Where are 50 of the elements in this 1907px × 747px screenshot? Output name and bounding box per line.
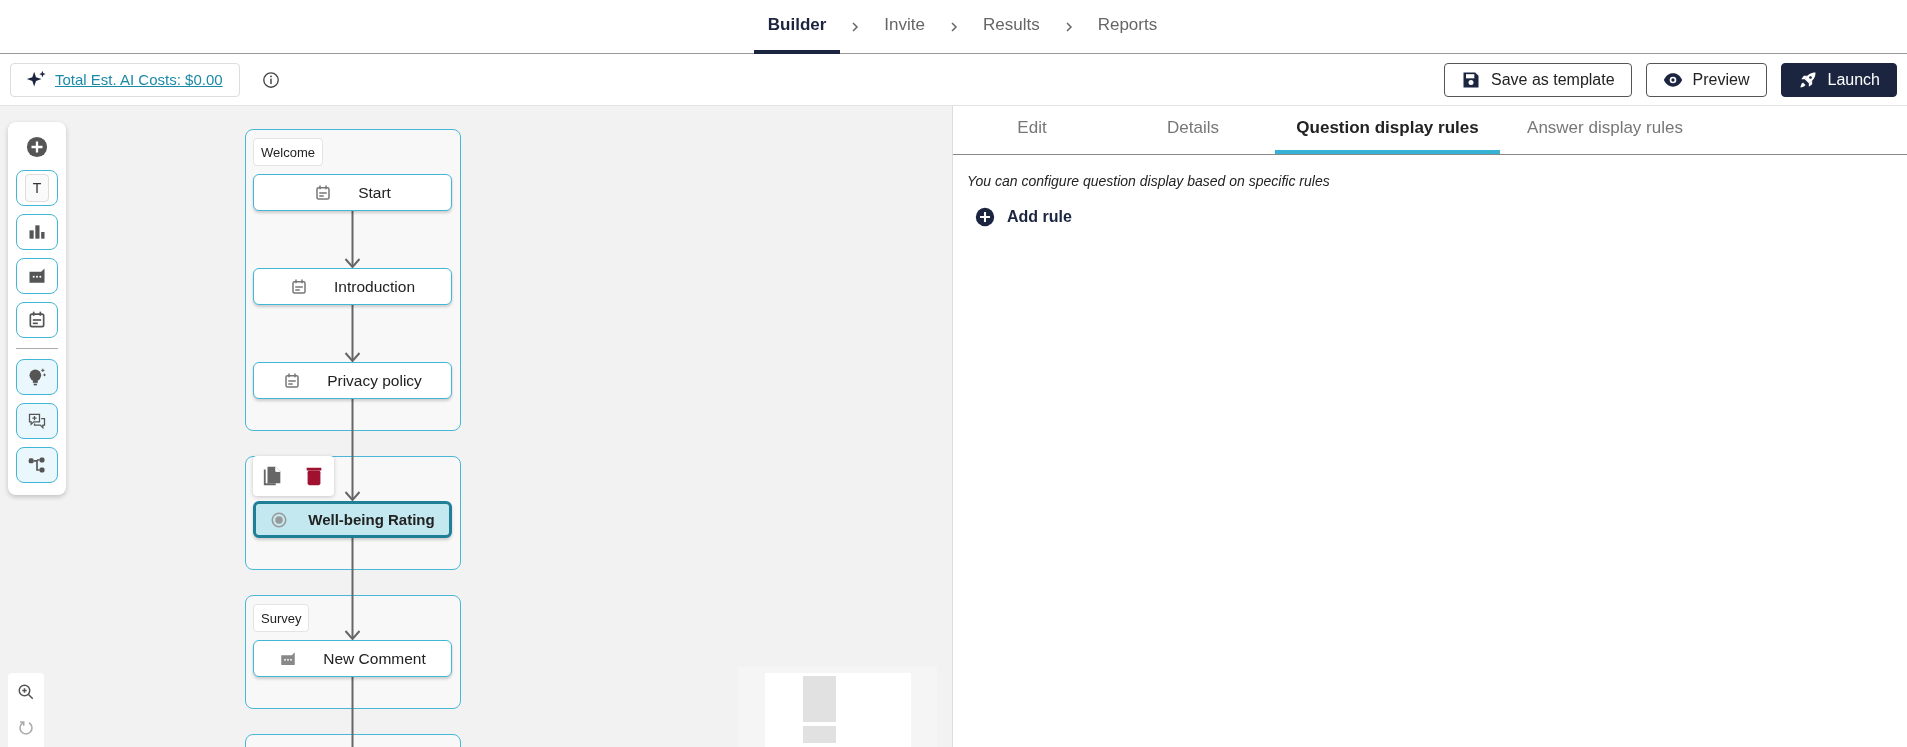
comment-tool-button[interactable] bbox=[16, 258, 58, 294]
chat-tool-button[interactable] bbox=[16, 403, 58, 439]
radio-icon bbox=[270, 510, 289, 529]
flow-node[interactable]: Well-being Rating bbox=[253, 501, 452, 538]
info-icon[interactable] bbox=[261, 70, 280, 89]
group-label: Survey bbox=[253, 604, 310, 632]
flow-node[interactable]: Privacy policy bbox=[253, 362, 452, 399]
chart-tool-button[interactable] bbox=[16, 214, 58, 250]
bulb-tool-button[interactable] bbox=[16, 359, 58, 395]
launch-button[interactable]: Launch bbox=[1780, 62, 1897, 97]
flow-node[interactable]: Start bbox=[253, 174, 452, 211]
preview-button[interactable]: Preview bbox=[1645, 62, 1767, 97]
calendar-icon bbox=[283, 371, 302, 390]
calendar-icon bbox=[27, 310, 47, 330]
step-tab[interactable]: Invite bbox=[870, 0, 939, 54]
connector-line bbox=[351, 676, 354, 747]
calendar-icon bbox=[290, 277, 308, 296]
step-tab[interactable]: Results bbox=[969, 0, 1054, 54]
flow-node[interactable]: Introduction bbox=[253, 268, 452, 305]
chevron-icon bbox=[850, 21, 861, 32]
connector-arrow bbox=[344, 304, 361, 363]
chat-icon bbox=[27, 411, 47, 431]
minimap-block bbox=[803, 726, 836, 743]
step-tab[interactable]: Reports bbox=[1083, 0, 1172, 54]
bar-chart-icon bbox=[27, 222, 47, 242]
connector-arrow bbox=[344, 210, 361, 269]
minimap-block bbox=[803, 676, 836, 722]
tree-icon bbox=[27, 455, 47, 475]
calendar-icon bbox=[314, 183, 333, 202]
panel-tab[interactable]: Edit bbox=[953, 106, 1111, 154]
comment-icon bbox=[27, 266, 47, 286]
add-icon[interactable] bbox=[26, 136, 48, 158]
panel-tab[interactable]: Details bbox=[1111, 106, 1275, 154]
ai-costs-button[interactable]: Total Est. AI Costs: $0.00 bbox=[10, 62, 240, 97]
tree-tool-button[interactable] bbox=[16, 447, 58, 483]
lightbulb-icon bbox=[27, 367, 47, 387]
step-tab[interactable]: Builder bbox=[753, 0, 841, 54]
group-label: Welcome bbox=[253, 138, 323, 166]
text-tool-button[interactable]: T bbox=[16, 170, 58, 206]
panel-tab[interactable]: Answer display rules bbox=[1500, 106, 1710, 154]
save-button[interactable]: Save as template bbox=[1443, 62, 1632, 97]
zoom-in-icon[interactable] bbox=[17, 683, 35, 701]
plus-circle-icon bbox=[975, 207, 995, 227]
hint-text: You can configure question display based on specific rules bbox=[967, 173, 1331, 189]
add-rule-button[interactable]: Add rule bbox=[975, 207, 1072, 227]
flow-node[interactable]: New Comment bbox=[253, 640, 452, 677]
chevron-icon bbox=[949, 21, 959, 32]
chevron-icon bbox=[1063, 21, 1074, 32]
calendar-tool-button[interactable] bbox=[16, 302, 58, 338]
panel-tab[interactable]: Question display rules bbox=[1275, 106, 1500, 154]
